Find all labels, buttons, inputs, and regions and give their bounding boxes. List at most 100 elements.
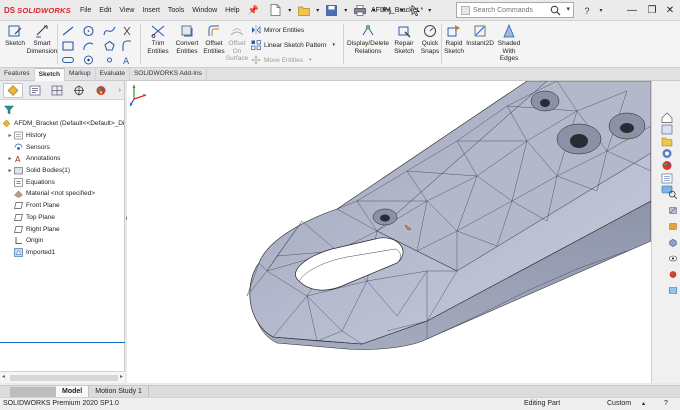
fillet-icon[interactable] [122, 40, 132, 52]
tab-sketch[interactable]: Sketch [34, 68, 65, 81]
slot-icon[interactable] [61, 54, 75, 66]
print-icon[interactable] [353, 3, 367, 17]
tab-markup[interactable]: Markup [65, 68, 96, 81]
dimxpert-manager-tab[interactable] [69, 83, 89, 98]
close-button[interactable]: ✕ [658, 0, 680, 21]
tree-rollback-bar[interactable] [0, 342, 125, 343]
dropdown-caret-icon[interactable]: ▾ [594, 7, 608, 14]
graphics-area[interactable] [127, 81, 651, 383]
tree-item-annotations[interactable]: ▸ A Annotations [0, 153, 125, 165]
tab-scroll-arrows[interactable] [10, 386, 56, 397]
arc-icon[interactable] [82, 40, 95, 52]
linear-sketch-pattern-button[interactable]: Linear Sketch Pattern ▾ [251, 40, 335, 50]
tab-motion-study-1[interactable]: Motion Study 1 [89, 385, 149, 398]
menu-insert[interactable]: Insert [138, 0, 164, 21]
circle-icon[interactable] [82, 25, 95, 37]
menu-window[interactable]: Window [188, 0, 221, 21]
tree-item-material[interactable]: Material <not specified> [0, 188, 125, 200]
shaded-sketch-contours-button[interactable]: Shaded With Edges [497, 23, 521, 63]
centerline-icon[interactable] [103, 54, 116, 66]
save-icon[interactable] [325, 3, 339, 17]
tab-model[interactable]: Model [56, 385, 90, 398]
rectangle-icon[interactable] [61, 40, 75, 52]
trim-entities-button[interactable]: Trim Entities [145, 23, 171, 55]
tree-item-front-plane[interactable]: Front Plane [0, 200, 125, 212]
menu-file[interactable]: File [76, 0, 95, 21]
tab-solidworks-add-ins[interactable]: SOLIDWORKS Add-Ins [130, 68, 207, 81]
counterbore-hole-2[interactable] [608, 112, 646, 140]
chevron-right-icon[interactable]: › [119, 87, 121, 94]
chevron-right-icon[interactable]: ▸ [6, 132, 14, 139]
menu-edit[interactable]: Edit [95, 0, 115, 21]
help-question-icon[interactable]: ? [580, 6, 594, 16]
tree-root-part[interactable]: AFDM_Bracket (Default<<Default>_Di [0, 118, 125, 130]
repair-sketch-button[interactable]: Repair Sketch [393, 23, 415, 55]
offset-entities-button[interactable]: Offset Entities [202, 23, 226, 55]
rapid-sketch-button[interactable]: Rapid Sketch [444, 23, 464, 55]
text-a-icon[interactable]: A [122, 54, 132, 66]
tree-item-imported1[interactable]: Imported1 [0, 247, 125, 259]
file-explorer-icon[interactable] [661, 136, 673, 147]
funnel-icon[interactable] [3, 105, 15, 117]
scroll-right-icon[interactable]: ▸ [120, 373, 123, 380]
counterbore-hole-1[interactable] [556, 123, 602, 155]
tree-item-history[interactable]: ▸ History [0, 130, 125, 142]
sketch-fillet-icon[interactable] [122, 25, 132, 37]
chevron-down-icon[interactable]: ▾ [566, 5, 570, 13]
search-scope-icon[interactable] [461, 5, 470, 15]
sketch-button[interactable]: Sketch [5, 23, 25, 48]
chevron-right-icon[interactable]: ▸ [6, 167, 14, 174]
status-units[interactable]: Custom [607, 400, 631, 407]
view-tool-hide-show-icon[interactable] [668, 253, 678, 264]
menu-help[interactable]: Help [221, 0, 243, 21]
counterbore-hole-3[interactable] [530, 90, 560, 112]
line-icon[interactable] [61, 25, 75, 37]
custom-properties-icon[interactable] [661, 173, 673, 184]
quick-snaps-button[interactable]: Quick Snaps [419, 23, 441, 55]
feature-manager-scrollbar[interactable]: ◂ ▸ [0, 371, 125, 383]
view-tool-appearance-icon[interactable] [668, 269, 678, 280]
view-palette-icon[interactable] [661, 148, 673, 159]
dropdown-caret-icon[interactable]: ▾ [343, 3, 349, 17]
chevron-right-icon[interactable]: ▸ [6, 155, 14, 162]
display-manager-tab[interactable] [91, 83, 111, 98]
tree-item-origin[interactable]: Origin [0, 235, 125, 247]
offset-on-surface-button[interactable]: Offset On Surface [226, 23, 248, 63]
point-icon[interactable] [82, 54, 95, 66]
polygon-icon[interactable] [103, 40, 116, 52]
scroll-left-icon[interactable]: ◂ [2, 373, 5, 380]
search-commands-box[interactable]: ▾ [456, 2, 574, 18]
chevron-down-icon[interactable]: ▾ [333, 42, 336, 48]
convert-entities-button[interactable]: Convert Entities [173, 23, 201, 55]
open-folder-icon[interactable] [297, 3, 311, 17]
horizontal-scrollbar-thumb[interactable] [10, 375, 118, 381]
hole-near-slot[interactable] [372, 208, 398, 226]
menu-tools[interactable]: Tools [164, 0, 188, 21]
spline-icon[interactable] [103, 25, 116, 37]
chevron-up-icon[interactable]: ▴ [642, 400, 645, 407]
new-document-icon[interactable] [269, 3, 283, 17]
move-entities-button[interactable]: Move Entities ▾ [251, 55, 312, 65]
solidworks-logo[interactable]: DS SOLIDWORKS [0, 0, 76, 21]
tree-item-solid-bodies[interactable]: ▸ Solid Bodies(1) [0, 165, 125, 177]
tree-item-equations[interactable]: Equations [0, 176, 125, 188]
search-icon[interactable] [550, 5, 561, 18]
search-commands-input[interactable] [473, 6, 547, 14]
tree-item-top-plane[interactable]: Top Plane [0, 212, 125, 224]
chevron-down-icon[interactable]: ▾ [309, 57, 312, 63]
tab-evaluate[interactable]: Evaluate [96, 68, 130, 81]
feature-manager-tab[interactable] [3, 82, 23, 98]
tab-features[interactable]: Features [0, 68, 35, 81]
appearances-icon[interactable] [661, 160, 673, 171]
menu-view[interactable]: View [115, 0, 138, 21]
mirror-entities-button[interactable]: Mirror Entities [251, 25, 304, 35]
home-icon[interactable] [661, 112, 673, 123]
tree-item-right-plane[interactable]: Right Plane [0, 223, 125, 235]
tree-item-sensors[interactable]: Sensors [0, 141, 125, 153]
view-tool-zoom-icon[interactable] [668, 189, 678, 200]
dropdown-caret-icon[interactable]: ▾ [287, 3, 293, 17]
view-tool-scene-icon[interactable] [668, 285, 678, 296]
instant2d-button[interactable]: Instant2D [466, 23, 494, 48]
smart-dimension-button[interactable]: Smart Dimension [27, 23, 57, 55]
dropdown-caret-icon[interactable]: ▾ [427, 3, 433, 17]
